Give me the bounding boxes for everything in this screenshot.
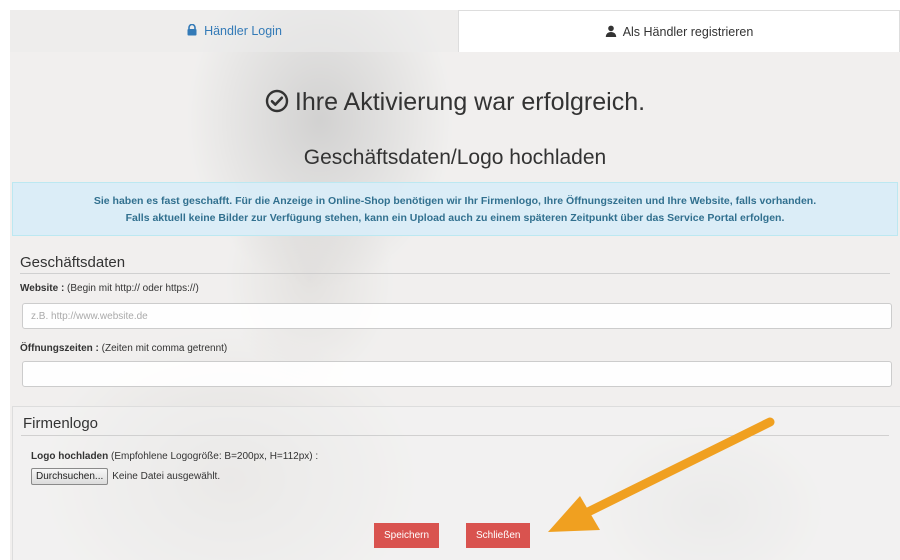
file-status: Keine Datei ausgewählt. xyxy=(112,471,221,482)
user-icon xyxy=(605,25,617,39)
opening-hours-hint: (Zeiten mit comma getrennt) xyxy=(98,343,228,354)
check-circle-icon xyxy=(265,89,289,113)
logo-upload-hint: (Empfohlene Logogröße: B=200px, H=112px)… xyxy=(108,451,319,462)
website-label: Website : (Begin mit http:// oder https:… xyxy=(20,283,199,294)
tab-login-label: Händler Login xyxy=(204,24,282,38)
save-button[interactable]: Speichern xyxy=(374,523,440,548)
website-input[interactable] xyxy=(22,303,892,329)
section-title-geschaeftsdaten: Geschäftsdaten xyxy=(20,254,126,271)
logo-panel: Firmenlogo Logo hochladen (Empfohlene Lo… xyxy=(12,406,900,560)
logo-upload-label-text: Logo hochladen xyxy=(31,451,109,462)
registration-page: Händler Login Als Händler registrieren I… xyxy=(10,10,900,560)
logo-upload-label: Logo hochladen (Empfohlene Logogröße: B=… xyxy=(31,451,318,462)
success-heading-text: Ihre Aktivierung war erfolgreich. xyxy=(294,88,646,116)
alert-line-1: Sie haben es fast geschafft. Für die Anz… xyxy=(93,195,817,207)
tab-register-label: Als Händler registrieren xyxy=(622,24,754,39)
opening-hours-label: Öffnungszeiten : (Zeiten mit comma getre… xyxy=(20,343,227,354)
website-label-text: Website : xyxy=(20,283,65,294)
tab-bar: Händler Login Als Händler registrieren xyxy=(10,10,900,52)
tab-haendler-registrieren[interactable]: Als Händler registrieren xyxy=(458,10,900,52)
info-alert: Sie haben es fast geschafft. Für die Anz… xyxy=(12,182,898,236)
section-title-firmenlogo: Firmenlogo xyxy=(23,415,99,432)
divider xyxy=(20,273,890,274)
alert-line-2: Falls aktuell keine Bilder zur Verfügung… xyxy=(125,212,785,224)
divider xyxy=(21,435,889,436)
opening-hours-label-text: Öffnungszeiten : xyxy=(20,343,99,354)
tab-haendler-login[interactable]: Händler Login xyxy=(10,10,458,52)
website-hint: (Begin mit http:// oder https://) xyxy=(64,283,199,294)
lock-icon xyxy=(186,23,198,38)
file-input: Durchsuchen... Keine Datei ausgewählt. xyxy=(31,468,220,485)
browse-button[interactable]: Durchsuchen... xyxy=(31,468,109,485)
success-heading: Ihre Aktivierung war erfolgreich. xyxy=(10,88,900,117)
close-button[interactable]: Schließen xyxy=(466,523,531,548)
opening-hours-input[interactable] xyxy=(22,361,892,387)
page-subtitle: Geschäftsdaten/Logo hochladen xyxy=(303,146,607,169)
